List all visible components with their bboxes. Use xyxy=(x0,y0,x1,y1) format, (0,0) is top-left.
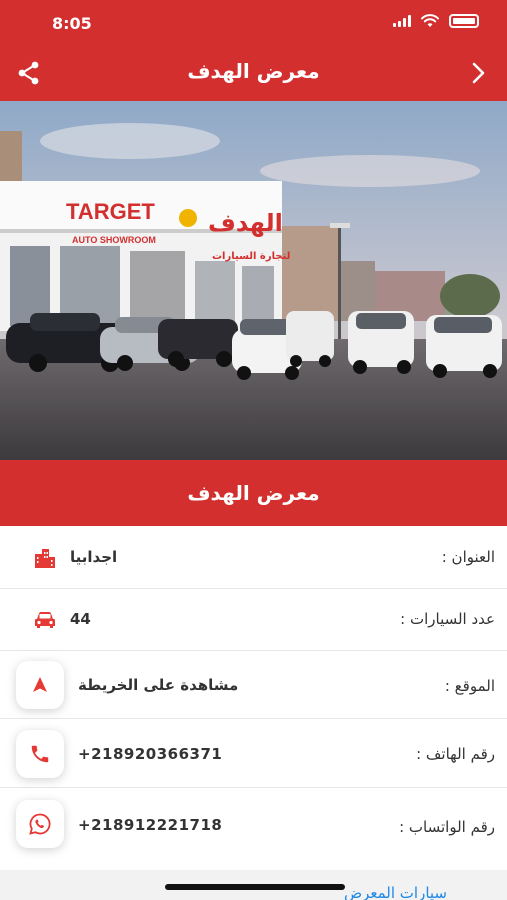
status-icons xyxy=(393,14,479,28)
sign-auto-showroom: AUTO SHOWROOM xyxy=(72,235,156,245)
sign-arabic-sub: لتجارة السيارات xyxy=(212,251,290,262)
row-location[interactable]: الموقع : مشاهدة على الخريطة xyxy=(0,651,507,719)
chevron-right-icon xyxy=(472,62,485,84)
view-on-map-link[interactable]: مشاهدة على الخريطة xyxy=(78,676,238,694)
page-title: معرض الهدف xyxy=(187,59,320,83)
status-time: 8:05 xyxy=(52,14,92,33)
cars-count-value: 44 xyxy=(70,610,91,628)
app-header: 8:05 معرض الهدف xyxy=(0,0,507,101)
whatsapp-icon xyxy=(29,813,51,835)
call-button[interactable] xyxy=(16,730,64,778)
row-address: العنوان : اجدابيا xyxy=(0,526,507,589)
row-whatsapp[interactable]: رقم الواتساب : +218912221718 xyxy=(0,788,507,864)
whatsapp-label: رقم الواتساب : xyxy=(399,818,495,836)
battery-icon xyxy=(449,14,479,28)
address-value: اجدابيا xyxy=(70,548,118,566)
wifi-icon xyxy=(421,14,439,27)
address-label: العنوان : xyxy=(441,548,495,566)
car-white-suv-2 xyxy=(348,311,414,374)
car-icon xyxy=(35,612,55,628)
row-phone[interactable]: رقم الهاتف : +218920366371 xyxy=(0,719,507,788)
row-cars-count: عدد السيارات : 44 xyxy=(0,589,507,651)
city-icon xyxy=(35,549,55,568)
sign-target: TARGET xyxy=(66,199,155,224)
car-white-suv-3 xyxy=(426,315,502,378)
info-list: العنوان : اجدابيا عدد السيارات : 44 المو… xyxy=(0,526,507,864)
whatsapp-number[interactable]: +218912221718 xyxy=(78,816,222,834)
whatsapp-button[interactable] xyxy=(16,800,64,848)
car-white-suv-1 xyxy=(286,311,334,367)
phone-icon xyxy=(31,745,49,763)
back-button[interactable] xyxy=(465,60,491,86)
showroom-name: معرض الهدف xyxy=(187,481,320,505)
phone-number[interactable]: +218920366371 xyxy=(78,745,222,763)
cars-count-label: عدد السيارات : xyxy=(400,610,495,628)
showroom-name-band: معرض الهدف xyxy=(0,460,507,526)
sign-arabic: الهدف xyxy=(208,209,283,237)
phone-label: رقم الهاتف : xyxy=(416,745,495,763)
map-button[interactable] xyxy=(16,661,64,709)
cars-section-title[interactable]: سيارات المعرض xyxy=(344,884,447,900)
navigation-arrow-icon xyxy=(33,677,47,692)
cellular-signal-icon xyxy=(393,15,411,27)
showroom-photo: TARGET AUTO SHOWROOM الهدف لتجارة السيار… xyxy=(0,101,507,460)
home-indicator xyxy=(165,884,345,890)
location-label: الموقع : xyxy=(444,677,495,695)
